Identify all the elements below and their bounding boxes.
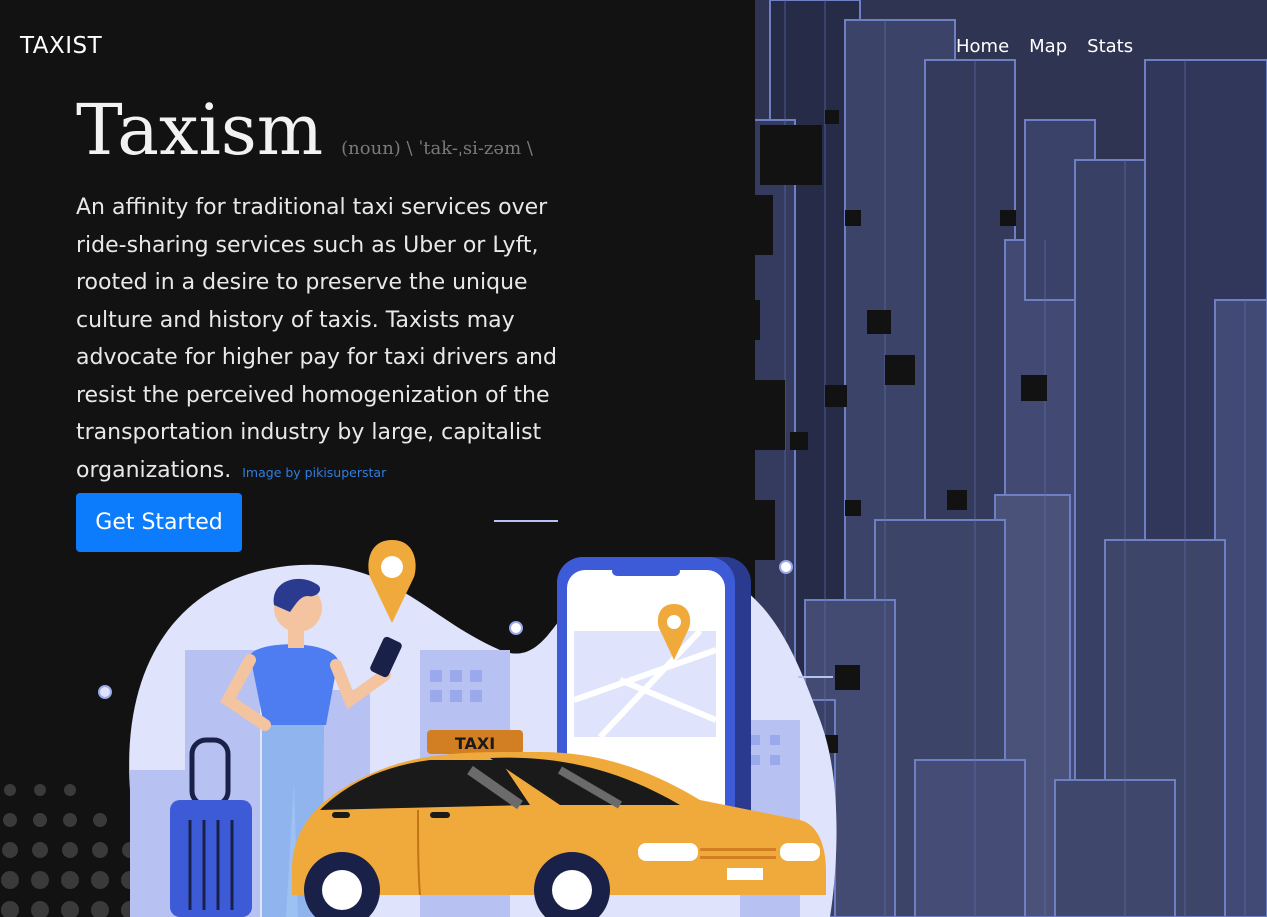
hero-title: Taxism	[76, 89, 324, 171]
nav-link-home[interactable]: Home	[956, 36, 1009, 57]
main-nav: Home Map Stats	[956, 36, 1133, 57]
hero-title-row: Taxism (noun) \ ˈtak-ˌsi-zəm \	[76, 95, 533, 165]
nav-link-stats[interactable]: Stats	[1087, 36, 1133, 57]
pronunciation: (noun) \ ˈtak-ˌsi-zəm \	[341, 138, 533, 159]
city-background-image	[725, 0, 1267, 917]
brand-logo[interactable]: TAXIST	[20, 33, 102, 59]
hero-description: An affinity for traditional taxi service…	[76, 189, 576, 491]
nav-link-map[interactable]: Map	[1029, 36, 1067, 57]
description-text: An affinity for traditional taxi service…	[76, 195, 557, 483]
image-credit-link[interactable]: Image by pikisuperstar	[242, 465, 386, 480]
get-started-button[interactable]: Get Started	[76, 493, 242, 552]
taxi-sign: TAXI	[455, 734, 495, 753]
